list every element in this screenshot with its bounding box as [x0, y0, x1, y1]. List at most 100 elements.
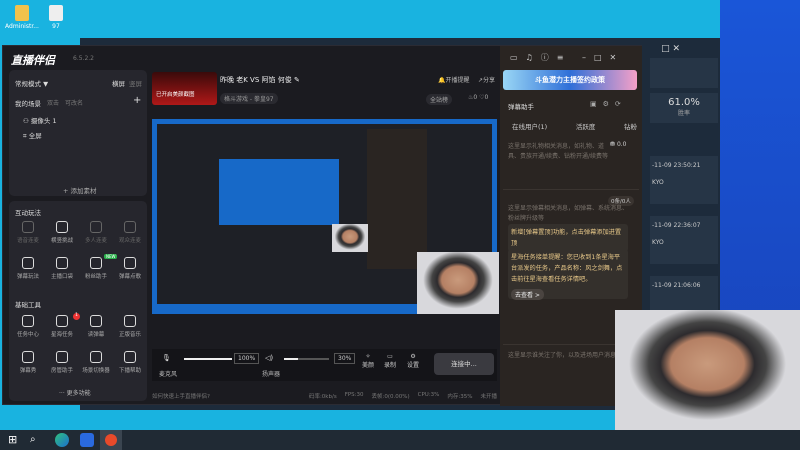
settings-button[interactable]: ⚙ 设置	[407, 353, 419, 369]
tool-icon	[56, 221, 68, 233]
source-camera[interactable]: ⚇ 摄像头 1	[23, 115, 57, 125]
beauty-button[interactable]: ✧ 美颜	[362, 353, 374, 369]
assistant-tools[interactable]: ▣⚙⟳	[590, 100, 627, 108]
record-button[interactable]: ▭ 录制	[384, 353, 396, 369]
gear-icon: ⚙	[410, 353, 416, 360]
dropped-frames: 丢帧:0(0.00%)	[371, 394, 410, 400]
tool-icon	[90, 351, 102, 363]
notice-pin-feature: 新增[弹幕置顶]功能，点击弹幕添加进置顶	[508, 224, 628, 252]
mic-volume-input[interactable]: 100%	[234, 353, 260, 364]
edge-browser-icon[interactable]	[55, 433, 69, 447]
promo-banner[interactable]: 斗鱼潜力主播签约政策	[503, 70, 637, 90]
interactive-title: 互动玩法	[15, 209, 41, 217]
rank-button[interactable]: 全站榜	[426, 94, 453, 105]
stream-title[interactable]: 昨晚 老K VS 阿馅 何俊 ✎	[220, 75, 300, 85]
app-logo: 直播伴侣	[11, 54, 55, 67]
add-source-button[interactable]: + 添加素材	[63, 185, 97, 195]
tools-title: 基础工具	[15, 301, 41, 309]
landscape-toggle[interactable]: 横屏	[112, 78, 125, 88]
mode-dropdown[interactable]: 常规模式 ▼	[15, 78, 48, 88]
stream-preview[interactable]	[152, 119, 499, 314]
tool-3[interactable]: 观众连麦	[114, 221, 146, 244]
speaker-label: 扬声器	[262, 371, 281, 378]
tool-1[interactable]: 横竖挑战	[46, 221, 78, 244]
tool-icon	[124, 221, 136, 233]
tool-4[interactable]: 弹幕玩法	[12, 257, 44, 280]
file-icon	[49, 5, 63, 21]
webcam-window	[615, 310, 800, 430]
speaker-volume-input[interactable]: 30%	[334, 353, 356, 364]
streaming-app-window: 直播伴侣 6.5.2.2 常规模式 ▼ 横屏 竖屏 我的场景 双击 可改名 + …	[2, 45, 642, 406]
mic-slider[interactable]	[184, 358, 232, 360]
tool-icon	[22, 351, 34, 363]
tab-activity[interactable]: 活跃度	[576, 121, 596, 131]
main-area: 已开启美颜截图 昨晚 老K VS 阿馅 何俊 ✎ 格斗游戏 - 拳皇97 🔔开播…	[148, 66, 500, 406]
more-features-button[interactable]: ··· 更多功能	[59, 388, 91, 397]
tool-icon	[56, 351, 68, 363]
status-bar: 如何快速上手直播伴侣? 码率:0kb/s FPS:30 丢帧:0(0.00%) CPU…	[152, 392, 497, 400]
tool-6[interactable]: 场景切换器	[80, 351, 112, 374]
source-fullscreen[interactable]: ⌗ 全屏	[23, 130, 42, 141]
tool-5[interactable]: 房管助手	[46, 351, 78, 374]
tool-0[interactable]: 任务中心	[12, 315, 44, 338]
window-controls[interactable]: ▭♫ⓘ≡ –□✕	[510, 52, 624, 63]
tool-5[interactable]: 主播口袋	[46, 257, 78, 280]
share-button[interactable]: ↗分享	[478, 75, 495, 84]
assistant-title: 弹幕助手	[508, 103, 534, 111]
fire-count: ♨0 ♡0	[468, 94, 489, 101]
streaming-app-taskbar-button[interactable]	[100, 430, 122, 450]
help-tip-link[interactable]: 如何快速上手直播伴侣?	[152, 392, 301, 400]
tool-7[interactable]: 弹幕点歌	[114, 257, 146, 280]
tab-online-users[interactable]: 在线用户(1)	[512, 121, 547, 131]
tool-3[interactable]: 正版音乐	[114, 315, 146, 338]
win-rate: 61.0%	[668, 97, 700, 108]
match-card[interactable]: -11-09 22:36:07 KYO	[650, 216, 718, 264]
tool-2[interactable]: 多人连麦	[80, 221, 112, 244]
add-scene-button[interactable]: +	[133, 95, 141, 106]
tool-icon	[22, 257, 34, 269]
remind-button[interactable]: 🔔开播提醒	[438, 75, 470, 84]
webcam-overlay	[417, 252, 499, 314]
assistant-tabs: 在线用户(1) 活跃度 钻粉	[512, 121, 637, 131]
taskbar: ⊞ ⌕	[0, 430, 800, 450]
category-tag[interactable]: 格斗游戏 - 拳皇97	[220, 93, 278, 104]
follow-message: 这里显示谁关注了你，以及进场用户消息	[508, 352, 617, 359]
tool-4[interactable]: 弹幕秀	[12, 351, 44, 374]
beauty-icon: ✧	[365, 353, 371, 360]
tool-icon	[56, 257, 68, 269]
bitrate: 码率:0kb/s	[308, 394, 337, 400]
search-icon[interactable]: ⌕	[30, 433, 44, 447]
cpu: CPU:3%	[417, 392, 440, 398]
connect-button[interactable]: 连接中...	[434, 353, 494, 375]
tool-0[interactable]: 语音连麦	[12, 221, 44, 244]
app-icon[interactable]	[80, 433, 94, 447]
tool-icon	[124, 257, 136, 269]
mic-label: 麦克风	[159, 371, 178, 378]
left-sidebar: 常规模式 ▼ 横屏 竖屏 我的场景 双击 可改名 + ⚇ 摄像头 1 ⌗ 全屏 …	[9, 70, 147, 402]
speaker-slider[interactable]	[284, 358, 329, 360]
stream-thumbnail[interactable]: 已开启美颜截图	[152, 72, 217, 105]
windows-start-icon[interactable]: ⊞	[8, 433, 22, 447]
tools-panel: 互动玩法 NEW 基础工具 1 ··· 更多功能 语音连麦 横竖挑战 多人连麦 观众连…	[9, 201, 147, 401]
tool-7[interactable]: 下播帮助	[114, 351, 146, 374]
memory: 内存:35%	[447, 394, 473, 400]
tool-icon	[90, 221, 102, 233]
speaker-icon[interactable]: ◁)	[265, 354, 273, 362]
tool-6[interactable]: 粉丝助手	[80, 257, 112, 280]
app-version: 6.5.2.2	[73, 55, 94, 62]
mic-icon[interactable]: 🎙	[162, 354, 171, 362]
tool-2[interactable]: 读弹幕	[80, 315, 112, 338]
user-folder-icon	[15, 5, 29, 21]
window-controls[interactable]: □ ✕	[661, 44, 680, 54]
desktop-icon-97[interactable]: 97	[36, 5, 76, 30]
go-view-button[interactable]: 去查看 >	[511, 289, 544, 300]
record-icon: ▭	[387, 353, 393, 360]
match-card[interactable]: -11-09 23:50:21 KYO	[650, 156, 718, 204]
hint: 可改名	[65, 100, 84, 107]
tool-icon	[56, 315, 68, 327]
portrait-toggle[interactable]: 竖屏	[129, 78, 142, 88]
tool-icon	[124, 351, 136, 363]
tab-diamond-fans[interactable]: 钻粉	[624, 121, 637, 131]
tool-1[interactable]: 星海任务	[46, 315, 78, 338]
my-scenes-label: 我的场景	[15, 100, 41, 108]
